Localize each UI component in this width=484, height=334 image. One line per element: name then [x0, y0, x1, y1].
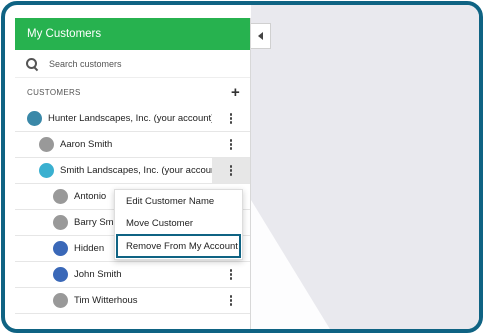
- list-item[interactable]: Tim Witterhous: [15, 288, 250, 314]
- customer-name: Aaron Smith: [60, 139, 113, 150]
- customer-name: Tim Witterhous: [74, 295, 138, 306]
- more-options-icon[interactable]: [212, 262, 250, 287]
- panel-title: My Customers: [27, 28, 102, 40]
- customers-panel: My Customers CUSTOMERS + Hunter Landscap…: [15, 18, 251, 329]
- background-shape: [251, 200, 330, 329]
- window-frame: My Customers CUSTOMERS + Hunter Landscap…: [1, 1, 483, 333]
- collapse-panel-button[interactable]: [251, 23, 271, 49]
- section-label: CUSTOMERS: [27, 87, 81, 97]
- panel-header: My Customers: [15, 18, 250, 50]
- search-input[interactable]: [49, 58, 229, 69]
- customer-name: Hunter Landscapes, Inc. (your account): [48, 113, 212, 124]
- avatar: [53, 215, 68, 230]
- list-item[interactable]: Aaron Smith: [15, 132, 250, 158]
- more-options-icon[interactable]: [212, 158, 250, 183]
- avatar: [53, 189, 68, 204]
- list-item[interactable]: Smith Landscapes, Inc. (your account): [15, 158, 250, 184]
- more-options-icon[interactable]: [212, 132, 250, 157]
- chevron-left-icon: [258, 32, 263, 40]
- avatar: [27, 111, 42, 126]
- customer-name: John Smith: [74, 269, 122, 280]
- list-item[interactable]: Hunter Landscapes, Inc. (your account): [15, 106, 250, 132]
- plus-icon[interactable]: +: [231, 85, 240, 100]
- menu-item-remove-from-my-account[interactable]: Remove From My Account: [116, 234, 241, 258]
- avatar: [39, 137, 54, 152]
- avatar: [53, 267, 68, 282]
- avatar: [39, 163, 54, 178]
- customer-name: Smith Landscapes, Inc. (your account): [60, 165, 212, 176]
- context-menu: Edit Customer Name Move Customer Remove …: [114, 189, 243, 260]
- avatar: [53, 293, 68, 308]
- menu-item-edit-customer-name[interactable]: Edit Customer Name: [115, 190, 242, 212]
- menu-item-move-customer[interactable]: Move Customer: [115, 212, 242, 234]
- list-item[interactable]: John Smith: [15, 262, 250, 288]
- more-options-icon[interactable]: [212, 106, 250, 131]
- avatar: [53, 241, 68, 256]
- search-bar: [15, 50, 250, 78]
- content-area: [251, 5, 479, 329]
- search-icon: [25, 57, 39, 71]
- more-options-icon[interactable]: [212, 288, 250, 313]
- customers-section-header: CUSTOMERS +: [15, 78, 250, 106]
